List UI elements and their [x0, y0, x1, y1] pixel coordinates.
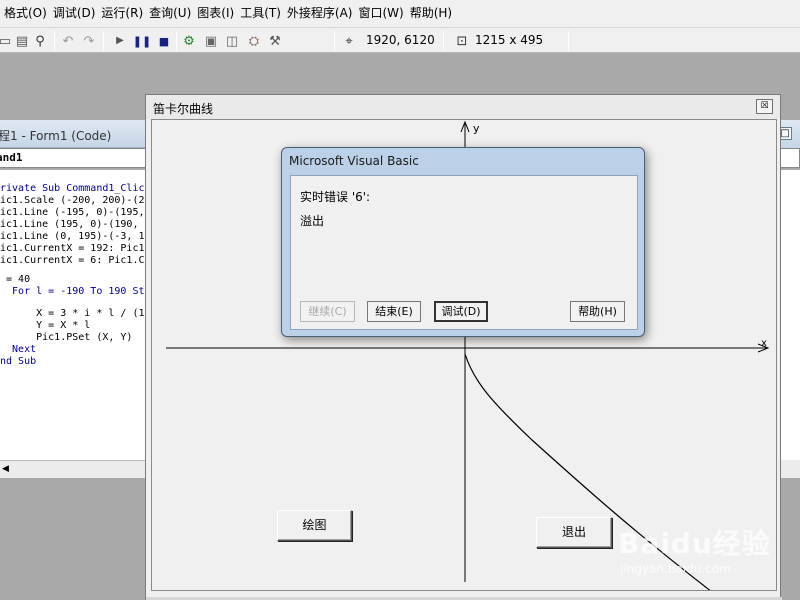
size-icon: ⊡ [456, 33, 468, 49]
menu-run[interactable]: 运行(R) [99, 0, 147, 27]
toolbar-separator [54, 31, 55, 51]
menu-bar: 格式(O) 调试(D) 运行(R) 查询(U) 图表(I) 工具(T) 外接程序… [0, 0, 800, 27]
code-line: ic1.Line (-195, 0)-(195, 0) [0, 207, 150, 218]
continue-button: 继续(C) [300, 301, 355, 322]
size-readout: 1215 x 495 [475, 33, 544, 47]
horizontal-scrollbar-right [778, 460, 800, 478]
object-combo[interactable]: and1 [0, 148, 150, 168]
code-line: Y = X * l [0, 320, 91, 331]
scroll-left-icon[interactable]: ◀ [2, 463, 12, 475]
position-readout: 1920, 6120 [366, 33, 435, 47]
position-icon: ⌖ [345, 33, 353, 49]
dialog-body: 实时错误 '6': 溢出 继续(C) 结束(E) 调试(D) 帮助(H) [290, 175, 638, 330]
menu-help[interactable]: 帮助(H) [408, 0, 456, 27]
properties-window-icon[interactable]: ▣ [202, 32, 220, 50]
watermark-text: Baidu经验 [618, 527, 771, 560]
x-axis-label: x [761, 338, 767, 349]
menu-query[interactable]: 查询(U) [147, 0, 195, 27]
help-button[interactable]: 帮助(H) [570, 301, 625, 322]
debug-button[interactable]: 调试(D) [434, 301, 488, 322]
code-line: ic1.CurrentX = 6: Pic1.CurrentY = 198 [0, 255, 149, 266]
save-icon[interactable]: ▤ [13, 32, 31, 50]
form-layout-icon[interactable]: ◫ [223, 32, 241, 50]
undo-icon[interactable]: ↶ [59, 32, 77, 50]
code-line: nd Sub [0, 356, 37, 367]
standard-toolbar: ▭ ▤ ⚲ ↶ ↷ ▶ ❚❚ ■ ⚙ ▣ ◫ ⛭ ⚒ ⌖ 1920, 6120 … [0, 27, 800, 53]
code-line: ic1.CurrentX = 192: Pic1.Print "x" [0, 243, 150, 254]
menu-tools[interactable]: 工具(T) [238, 0, 285, 27]
redo-icon[interactable]: ↷ [80, 32, 98, 50]
toolbar-separator [334, 31, 335, 51]
y-axis-label: y [473, 122, 480, 135]
error-dialog: Microsoft Visual Basic 实时错误 '6': 溢出 继续(C… [281, 147, 645, 337]
horizontal-scrollbar[interactable]: ◀ [0, 460, 150, 478]
procedure-combo[interactable] [778, 148, 800, 168]
run-icon[interactable]: ▶ [111, 32, 129, 50]
code-line: For l = -190 To 190 Step 0.01 [12, 286, 149, 297]
error-code-text: 实时错误 '6': [300, 190, 371, 204]
stop-icon[interactable]: ■ [155, 32, 173, 50]
code-line: ic1.Scale (-200, 200)-(200, -200) [0, 195, 149, 206]
code-line: X = 3 * i * l / (1 + l * l * l) [36, 308, 145, 319]
code-line: rivate Sub Command1_Click() [0, 183, 150, 194]
object-browser-icon[interactable]: ⛭ [245, 32, 263, 50]
code-window-titlebar[interactable]: 程1 - Form1 (Code) [0, 120, 150, 148]
code-line: Next [0, 344, 37, 355]
exit-button[interactable]: 退出 [536, 517, 612, 548]
code-editor-right [778, 170, 800, 460]
dialog-title: Microsoft Visual Basic [289, 154, 419, 168]
watermark-url: jingyan.baidu.com [620, 562, 731, 576]
menu-debug[interactable]: 调试(D) [51, 0, 100, 27]
toolbar-separator [443, 31, 444, 51]
menu-format[interactable]: 格式(O) [2, 0, 51, 27]
code-window-title: 程1 - Form1 (Code) [0, 129, 112, 143]
code-line: Pic1.PSet (X, Y) [0, 332, 133, 343]
code-line: = 40 [0, 274, 31, 285]
menu-addins[interactable]: 外接程序(A) [285, 0, 357, 27]
toolbar-separator [103, 31, 104, 51]
project-explorer-icon[interactable]: ⚙ [180, 32, 198, 50]
paste-icon[interactable]: ▭ [0, 32, 14, 50]
code-line: ic1.Line (195, 0)-(190, 3) [0, 219, 150, 230]
baidu-watermark: Baidu经验 jingyan.baidu.com [612, 518, 792, 582]
form-title: 笛卡尔曲线 [153, 102, 214, 116]
code-line: ic1.Line (0, 195)-(-3, 190) [0, 231, 150, 242]
toolbar-separator [568, 31, 569, 51]
toolbox-icon[interactable]: ⚒ [266, 32, 284, 50]
toolbar-separator [176, 31, 177, 51]
object-combo-value: and1 [0, 151, 23, 164]
menu-diagram[interactable]: 图表(I) [195, 0, 238, 27]
form-titlebar[interactable]: 笛卡尔曲线 ☒ [146, 95, 780, 119]
find-icon[interactable]: ⚲ [31, 32, 49, 50]
end-button[interactable]: 结束(E) [367, 301, 421, 322]
break-icon[interactable]: ❚❚ [133, 32, 151, 50]
error-message-text: 溢出 [300, 214, 325, 228]
close-icon[interactable]: ☒ [756, 99, 773, 114]
code-editor[interactable]: rivate Sub Command1_Click() ic1.Scale (-… [0, 170, 150, 460]
menu-window[interactable]: 窗口(W) [356, 0, 407, 27]
draw-button[interactable]: 绘图 [277, 510, 352, 541]
